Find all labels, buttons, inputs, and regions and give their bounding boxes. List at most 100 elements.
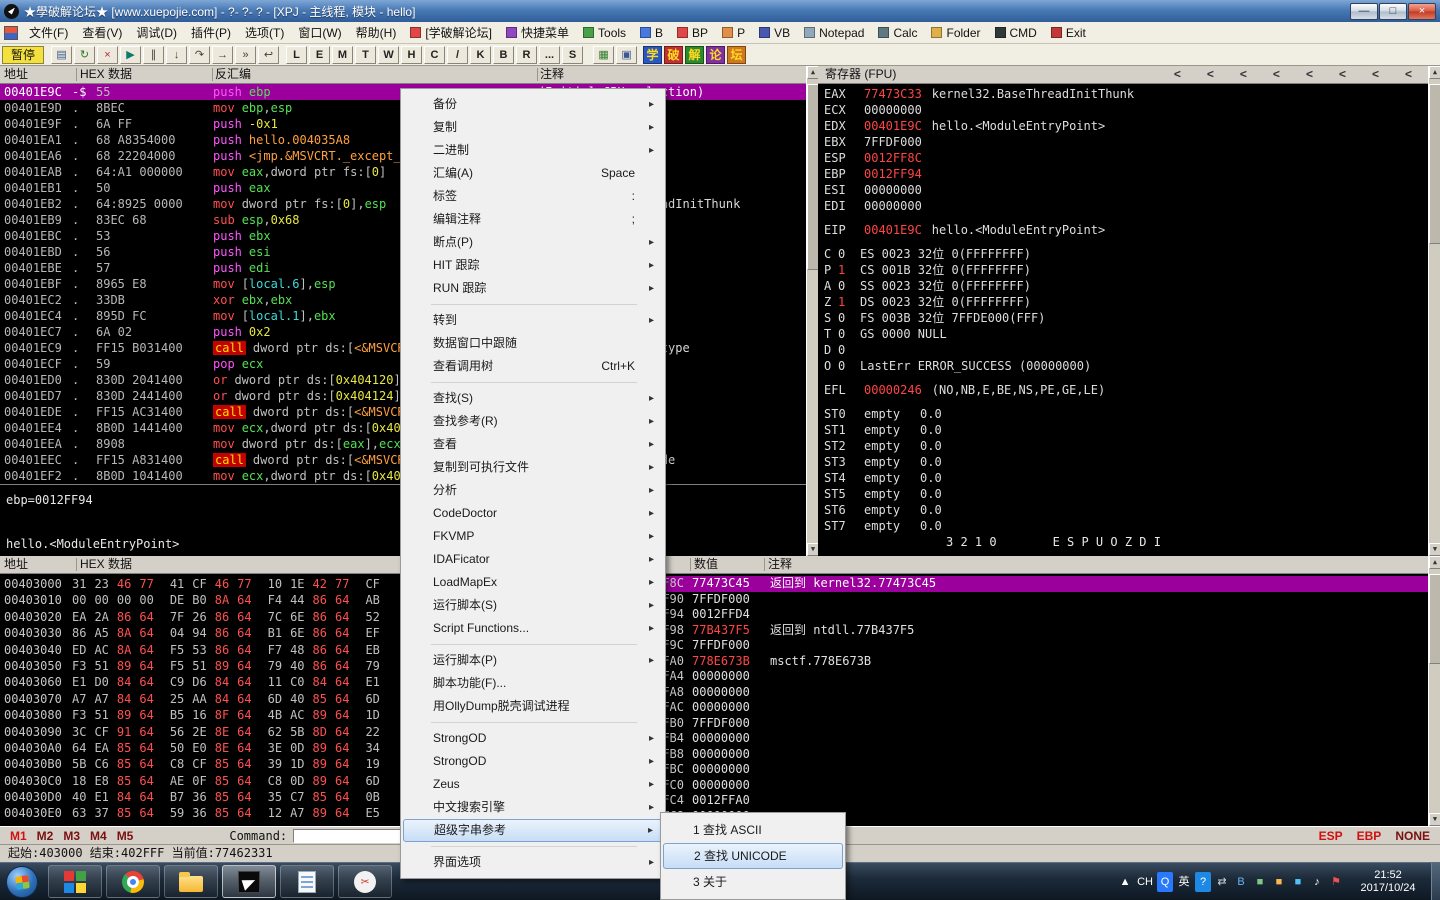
menubar-item[interactable]: BP <box>670 22 715 43</box>
register-row[interactable]: EBX 7FFDF000 <box>824 134 1428 150</box>
stack-header-value[interactable]: 数值 <box>694 556 718 573</box>
minimize-button[interactable]: — <box>1350 2 1378 20</box>
dump-header-address[interactable]: 地址 <box>4 556 28 573</box>
panel-collapse-arrow[interactable]: < <box>1174 66 1181 83</box>
toolbar-view-button[interactable]: ... <box>539 45 561 64</box>
menubar-item[interactable]: 文件(F) <box>22 22 75 43</box>
show-desktop-button[interactable] <box>1431 863 1440 900</box>
toolbar-plugin-icon[interactable]: ▣ <box>616 45 638 64</box>
close-button[interactable]: × <box>1408 2 1436 20</box>
menubar-item[interactable]: Tools <box>576 22 633 43</box>
tray-icon[interactable]: ▲ <box>1117 872 1133 892</box>
toolbar-button-icon[interactable]: × <box>97 45 119 64</box>
submenu-item[interactable]: 2 查找 UNICODE <box>663 843 843 869</box>
tray-icon[interactable]: CH <box>1136 872 1154 892</box>
context-menu-item[interactable]: 汇编(A) Space <box>403 162 663 185</box>
context-menu-item[interactable]: 二进制 ▸ <box>403 139 663 162</box>
flag-row[interactable]: Z 1 DS 0023 32位 0(FFFFFFFF) <box>824 294 1428 310</box>
stack-row[interactable]: FA4 00000000 <box>658 669 1428 685</box>
context-menu-item[interactable]: CodeDoctor ▸ <box>403 502 663 525</box>
toolbar-view-button[interactable]: / <box>447 45 469 64</box>
registers-panel-arrows[interactable]: < < < < < < < < <box>1174 66 1412 83</box>
tray-icon[interactable]: ♪ <box>1309 872 1325 892</box>
panel-collapse-arrow[interactable]: < <box>1240 66 1247 83</box>
menubar-item[interactable]: 查看(V) <box>75 22 129 43</box>
menubar-item[interactable]: CMD <box>988 22 1044 43</box>
panel-collapse-arrow[interactable]: < <box>1339 66 1346 83</box>
stack-row[interactable]: FB4 00000000 <box>658 731 1428 747</box>
toolbar-button-icon[interactable]: → <box>212 45 234 64</box>
fpu-row[interactable]: ST7 empty 0.0 <box>824 518 1428 534</box>
toolbar-view-button[interactable]: H <box>401 45 423 64</box>
stack-trace-flag[interactable]: EBP <box>1357 829 1382 843</box>
registers-scrollbar[interactable]: ▲ ▼ <box>1428 66 1440 556</box>
stack-trace-flag[interactable]: ESP <box>1319 829 1343 843</box>
flag-row[interactable]: C 0 ES 0023 32位 0(FFFFFFFF) <box>824 246 1428 262</box>
tray-icon[interactable]: ■ <box>1252 872 1268 892</box>
submenu-item[interactable]: 3 关于 <box>663 869 843 895</box>
scroll-down-icon[interactable]: ▼ <box>1429 813 1440 826</box>
menubar-item[interactable]: 选项(T) <box>238 22 291 43</box>
context-menu-item[interactable]: 脚本功能(F)... <box>403 672 663 695</box>
scroll-up-icon[interactable]: ▲ <box>1429 66 1440 79</box>
menubar-item[interactable]: Folder <box>924 22 987 43</box>
panel-collapse-arrow[interactable]: < <box>1405 66 1412 83</box>
scroll-thumb[interactable] <box>1429 574 1440 664</box>
context-menu-item[interactable]: 中文搜索引擎 ▸ <box>403 796 663 819</box>
tray-icon[interactable]: ■ <box>1271 872 1287 892</box>
disasm-header-address[interactable]: 地址 <box>4 66 28 83</box>
panel-collapse-arrow[interactable]: < <box>1372 66 1379 83</box>
toolbar-view-button[interactable]: B <box>493 45 515 64</box>
menubar-item[interactable]: [学破解论坛] <box>403 22 499 43</box>
menubar-item[interactable]: 快捷菜单 <box>499 22 576 43</box>
scroll-up-icon[interactable]: ▲ <box>1429 556 1440 569</box>
site-logo-tile[interactable]: 学 <box>643 45 663 64</box>
tray-icon[interactable]: 英 <box>1176 872 1192 892</box>
toolbar-view-button[interactable]: C <box>424 45 446 64</box>
disasm-header-comment[interactable]: 注释 <box>540 66 564 83</box>
stack-row[interactable]: FBC 00000000 <box>658 762 1428 778</box>
tray-icon[interactable]: ⚑ <box>1328 872 1344 892</box>
context-menu-item[interactable]: LoadMapEx ▸ <box>403 571 663 594</box>
context-menu-item[interactable]: 运行脚本(S) ▸ <box>403 594 663 617</box>
memory-tab[interactable]: M3 <box>63 829 80 843</box>
stack-row[interactable]: F90 7FFDF000 <box>658 592 1428 608</box>
tray-icon[interactable]: ■ <box>1290 872 1306 892</box>
context-menu-item[interactable]: Script Functions... ▸ <box>403 617 663 640</box>
stack-row[interactable]: FC0 00000000 <box>658 778 1428 794</box>
stack-row[interactable]: FB0 7FFDF000 <box>658 716 1428 732</box>
memory-tab[interactable]: M4 <box>90 829 107 843</box>
taskbar-app-notes[interactable] <box>280 865 334 898</box>
flag-row[interactable]: D0 <box>824 342 1428 358</box>
toolbar-view-button[interactable]: R <box>516 45 538 64</box>
site-logo-tile[interactable]: 坛 <box>727 45 747 64</box>
stack-row[interactable]: F94 0012FFD4 <box>658 607 1428 623</box>
panel-collapse-arrow[interactable]: < <box>1207 66 1214 83</box>
context-menu-item[interactable]: FKVMP ▸ <box>403 525 663 548</box>
context-menu-item[interactable]: 查看 ▸ <box>403 433 663 456</box>
panel-collapse-arrow[interactable]: < <box>1306 66 1313 83</box>
toolbar-view-button[interactable]: M <box>332 45 354 64</box>
menubar-item[interactable]: 调试(D) <box>129 22 184 43</box>
menubar-item[interactable]: B <box>633 22 670 43</box>
menubar-item[interactable]: 窗口(W) <box>291 22 348 43</box>
flag-row[interactable]: P 1 CS 001B 32位 0(FFFFFFFF) <box>824 262 1428 278</box>
fpu-row[interactable]: ST1 empty 0.0 <box>824 422 1428 438</box>
toolbar-view-button[interactable]: T <box>355 45 377 64</box>
taskbar-app-bird[interactable] <box>222 865 276 898</box>
context-menu-item[interactable]: 编辑注释; <box>403 208 663 231</box>
fpu-row[interactable]: ST0 empty 0.0 <box>824 406 1428 422</box>
context-menu-item[interactable]: 断点(P) ▸ <box>403 231 663 254</box>
register-row[interactable]: EDI 00000000 <box>824 198 1428 214</box>
toolbar-button-icon[interactable]: ↓ <box>166 45 188 64</box>
efl-row[interactable]: EFL 00000246 (NO,NB,E,BE,NS,PE,GE,LE) <box>824 382 1428 398</box>
scroll-down-icon[interactable]: ▼ <box>1429 543 1440 556</box>
taskbar-app-squares[interactable] <box>48 865 102 898</box>
register-row[interactable]: EBP 0012FF94 <box>824 166 1428 182</box>
toolbar-button-icon[interactable]: ↻ <box>74 45 96 64</box>
stack-row[interactable]: FAC 00000000 <box>658 700 1428 716</box>
context-menu-item[interactable]: 查找参考(R) ▸ <box>403 410 663 433</box>
disasm-header-hex[interactable]: HEX 数据 <box>80 66 132 83</box>
taskbar-app-chrome[interactable] <box>106 865 160 898</box>
register-row[interactable]: EAX 77473C33 kernel32.BaseThreadInitThunk <box>824 86 1428 102</box>
